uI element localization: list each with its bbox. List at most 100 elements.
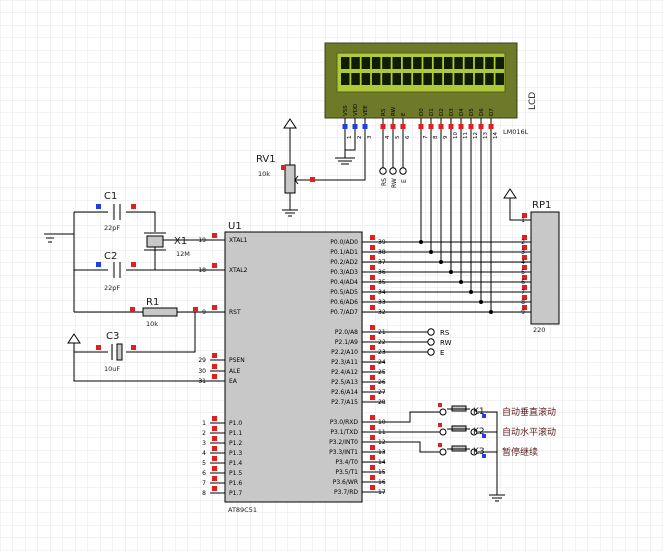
- u1-pin-name: P2.3/A11: [331, 359, 358, 366]
- lcd-char-cell: [485, 57, 494, 69]
- u1-pin-name: XTAL1: [229, 237, 248, 244]
- junction-dot: [459, 280, 463, 284]
- lcd-char-cell: [382, 73, 391, 85]
- u1-pin-number: 10: [378, 419, 386, 426]
- terminal-e[interactable]: [427, 348, 435, 356]
- u1-pin-name: P1.7: [229, 490, 242, 497]
- lcd-pin-name: D0: [419, 108, 425, 116]
- junction-dot: [469, 290, 473, 294]
- lcd-char-cell: [402, 57, 412, 69]
- u1-pin-name: P1.3: [229, 450, 242, 457]
- rp1-value-label: 220: [533, 326, 545, 334]
- lcd-pin-name: VEE: [363, 105, 369, 116]
- lcd-pin-name: D3: [449, 108, 455, 116]
- lcd-char-cell: [392, 73, 401, 85]
- u1-pin-name: EA: [229, 378, 238, 385]
- rv1-value-label: 10k: [258, 170, 270, 178]
- junction-dot: [429, 250, 433, 254]
- lcd-char-cell: [351, 73, 360, 85]
- u1-pin-number: 1: [202, 420, 206, 427]
- u1-pin-name: P1.6: [229, 480, 242, 487]
- lcd-pin-name: D4: [459, 108, 465, 116]
- u1-pin-number: 36: [378, 269, 386, 276]
- u1-pin-number: 6: [202, 470, 206, 477]
- u1-pin-name: XTAL2: [229, 267, 248, 274]
- lcd-char-cell: [413, 73, 422, 85]
- lcd-pin-name: RW: [391, 106, 397, 116]
- lcd-pin-number: 14: [493, 132, 499, 139]
- lcd-char-cell: [495, 73, 504, 85]
- terminal-rs-lcd[interactable]: [379, 167, 387, 175]
- terminal-rw-lcd-label: RW: [391, 178, 398, 188]
- u1-pin-name: P3.7/RD: [334, 489, 358, 496]
- rp1-ref-label: RP1: [532, 200, 551, 211]
- u1-pin-name: P0.0/AD0: [330, 239, 358, 246]
- c1-ref-label: C1: [104, 191, 117, 202]
- lcd-ref-label: LCD: [528, 92, 538, 110]
- u1-pin-name: P2.4/A12: [331, 369, 358, 376]
- u1-pin-number: 27: [378, 389, 386, 396]
- u1-pin-name: P1.0: [229, 420, 242, 427]
- lcd-char-cell: [464, 73, 474, 85]
- lcd-pin-name: VSS: [343, 105, 349, 116]
- lcd-char-cell: [351, 57, 360, 69]
- terminal-rw-lcd[interactable]: [389, 167, 397, 175]
- lcd-pin-name: D2: [439, 108, 445, 116]
- lcd-pin-number: 1: [347, 136, 353, 140]
- u1-pin-number: 5: [202, 460, 206, 467]
- lcd-char-cell: [371, 73, 381, 85]
- rp1-pin-number: 4: [521, 259, 525, 266]
- lcd-pin-number: 5: [395, 135, 401, 139]
- u1-pin-number: 3: [202, 440, 206, 447]
- lcd-pin-number: 8: [433, 135, 439, 139]
- u1-pin-name: P1.5: [229, 470, 242, 477]
- u1-pin-name: P2.6/A14: [331, 389, 358, 396]
- u1-pin-name: P0.6/AD6: [330, 299, 358, 306]
- lcd-char-cell: [433, 57, 443, 69]
- lcd-char-cell: [361, 73, 371, 85]
- lcd-pin-number: 6: [405, 135, 411, 139]
- u1-microcontroller[interactable]: U1 AT89C51 19 XTAL118 XTAL29 RST29 PSEN30 ALE…: [198, 221, 385, 514]
- terminal-rs-lcd-label: RS: [381, 178, 388, 186]
- u1-pin-number: 34: [378, 289, 386, 296]
- u1-pin-number: 33: [378, 299, 386, 306]
- terminal-e-lcd[interactable]: [399, 167, 407, 175]
- u1-pin-number: 14: [378, 459, 386, 466]
- lcd-char-cell: [361, 57, 371, 69]
- u1-pin-number: 39: [378, 239, 386, 246]
- u1-pin-number: 32: [378, 309, 386, 316]
- terminal-rs[interactable]: [427, 328, 435, 336]
- rp1-pin-number: 1: [521, 217, 525, 224]
- u1-pin-number: 7: [202, 480, 206, 487]
- u1-pin-number: 25: [378, 369, 386, 376]
- terminal-rw[interactable]: [427, 338, 435, 346]
- u1-pin-number: 16: [378, 479, 386, 486]
- u1-pin-name: P3.6/WR: [333, 479, 358, 486]
- u1-pin-number: 8: [202, 490, 206, 497]
- lcd-char-cell: [371, 57, 381, 69]
- lcd-pin-name: VDD: [353, 104, 359, 116]
- u1-pin-number: 15: [378, 469, 386, 476]
- lcd-char-cell: [423, 73, 432, 85]
- u1-pin-number: 22: [378, 339, 386, 346]
- x1-ref-label: X1: [174, 236, 187, 247]
- rp1-pin-number: 7: [521, 289, 525, 296]
- lcd-char-cell: [433, 73, 443, 85]
- lcd-pin-number: 12: [473, 132, 479, 139]
- schematic-canvas: LCD LM016L VSS 1 VDD 2 VEE 3 RS 4 RW 5 E 6 D0 7 D1 8 D2 9…: [0, 0, 663, 551]
- u1-pin-name: RST: [229, 309, 241, 316]
- c3-value-label: 10uF: [104, 365, 120, 373]
- r1-value-label: 10k: [146, 320, 158, 328]
- c3-ref-label: C3: [106, 331, 119, 342]
- rp1-pin-number: 5: [521, 269, 525, 276]
- lcd-model-label: LM016L: [503, 128, 529, 136]
- lcd-pin-number: 13: [483, 132, 489, 139]
- lcd-char-cell: [402, 73, 412, 85]
- u1-pin-name: P3.4/T0: [335, 459, 358, 466]
- junction-dot: [439, 260, 443, 264]
- key-function-label: 自动水平滚动: [502, 426, 556, 438]
- lcd-pin-name: D6: [479, 108, 485, 116]
- lcd-pin-number: 9: [443, 135, 449, 139]
- u1-pin-name: P2.2/A10: [331, 349, 358, 356]
- u1-pin-name: P0.4/AD4: [330, 279, 358, 286]
